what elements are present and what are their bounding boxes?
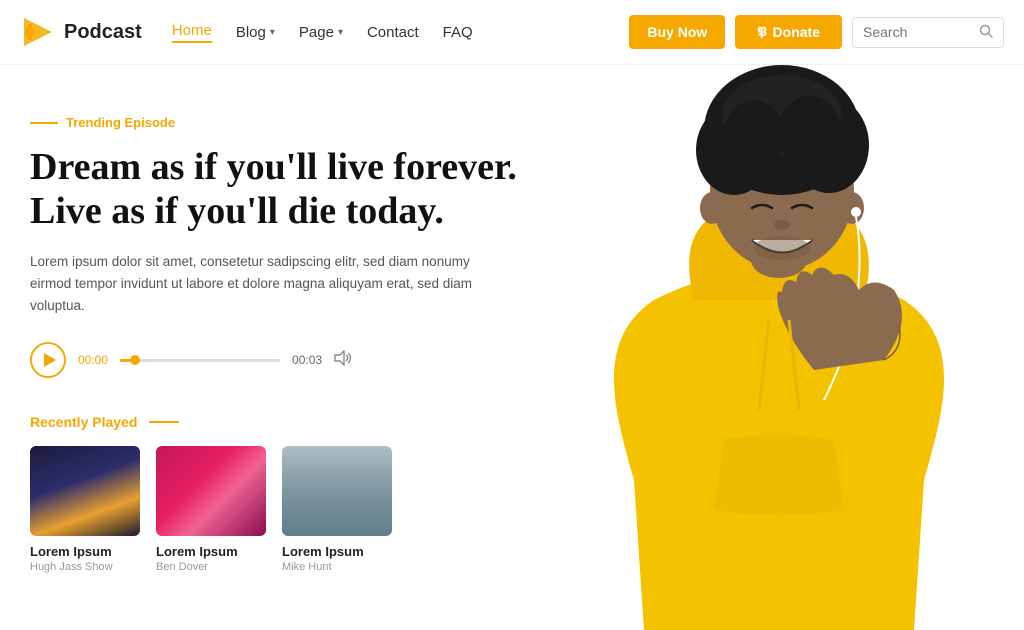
donate-button[interactable]: 𝕻 Donate	[735, 15, 842, 49]
nav-links: Home Blog ▾ Page ▾ Contact FAQ	[172, 22, 620, 43]
podcast-card[interactable]: Lorem Ipsum Ben Dover	[156, 446, 266, 573]
card-title: Lorem Ipsum	[282, 544, 392, 559]
nav-home[interactable]: Home	[172, 22, 212, 43]
hero-content: Trending Episode Dream as if you'll live…	[30, 105, 550, 610]
card-title: Lorem Ipsum	[156, 544, 266, 559]
search-box	[852, 17, 1004, 48]
progress-fill	[120, 359, 130, 362]
hero-image	[534, 65, 1024, 630]
play-icon	[44, 353, 56, 367]
search-input[interactable]	[863, 24, 973, 40]
buynow-button[interactable]: Buy Now	[629, 15, 725, 49]
card-author: Ben Dover	[156, 561, 266, 573]
logo-icon	[20, 14, 56, 50]
time-start: 00:00	[78, 353, 108, 367]
hero-description: Lorem ipsum dolor sit amet, consetetur s…	[30, 251, 490, 316]
card-author: Hugh Jass Show	[30, 561, 140, 573]
hero-section: Trending Episode Dream as if you'll live…	[0, 65, 1024, 630]
paypal-icon: 𝕻	[757, 24, 766, 40]
podcast-card[interactable]: Lorem Ipsum Hugh Jass Show	[30, 446, 140, 573]
card-thumbnail	[156, 446, 266, 536]
trending-line	[30, 122, 58, 124]
nav-page[interactable]: Page ▾	[299, 24, 343, 41]
trending-label: Trending Episode	[30, 115, 550, 130]
hero-title: Dream as if you'll live forever. Live as…	[30, 146, 550, 233]
card-thumbnail	[282, 446, 392, 536]
time-end: 00:03	[292, 353, 322, 367]
chevron-down-icon: ▾	[338, 27, 343, 38]
card-thumbnail	[30, 446, 140, 536]
chevron-down-icon: ▾	[270, 27, 275, 38]
recently-played-label: Recently Played	[30, 414, 550, 430]
volume-icon[interactable]	[334, 350, 354, 371]
card-title: Lorem Ipsum	[30, 544, 140, 559]
card-author: Mike Hunt	[282, 561, 392, 573]
search-icon[interactable]	[979, 24, 993, 41]
cards-row: Lorem Ipsum Hugh Jass Show Lorem Ipsum B…	[30, 446, 550, 573]
navbar: Podcast Home Blog ▾ Page ▾ Contact FAQ B…	[0, 0, 1024, 65]
podcast-card[interactable]: Lorem Ipsum Mike Hunt	[282, 446, 392, 573]
nav-faq[interactable]: FAQ	[443, 24, 473, 41]
nav-contact[interactable]: Contact	[367, 24, 419, 41]
progress-dot	[130, 355, 140, 365]
nav-blog[interactable]: Blog ▾	[236, 24, 275, 41]
brand-name: Podcast	[64, 21, 142, 44]
recently-played-line	[149, 421, 179, 423]
progress-bar[interactable]	[120, 359, 280, 362]
audio-player: 00:00 00:03	[30, 342, 550, 378]
play-button[interactable]	[30, 342, 66, 378]
person-illustration	[534, 65, 1024, 630]
logo[interactable]: Podcast	[20, 14, 142, 50]
